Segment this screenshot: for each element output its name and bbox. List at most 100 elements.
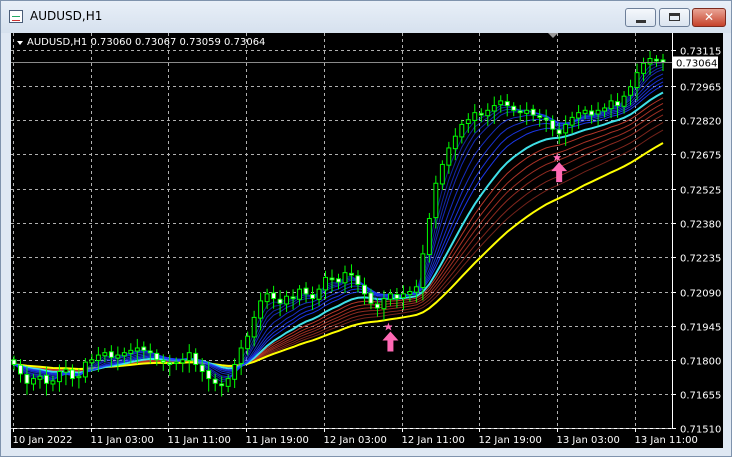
current-price-label: 0.73064 [676, 59, 717, 70]
bear-candle [615, 101, 621, 107]
bear-candle [504, 101, 510, 107]
bull-candle [173, 361, 179, 365]
price-tick-label: 0.72235 [680, 254, 721, 265]
time-tick-label: 12 Jan 19:00 [479, 435, 542, 446]
time-tick-label: 10 Jan 2022 [13, 435, 73, 446]
maximize-button[interactable] [659, 8, 690, 27]
bull-candle [342, 272, 348, 284]
bear-candle [394, 294, 400, 300]
bull-candle [180, 359, 186, 364]
bull-candle [251, 316, 257, 338]
bull-candle [323, 276, 328, 291]
bull-candle [121, 352, 127, 357]
bull-candle [225, 378, 231, 387]
buy-arrow-shape [382, 331, 399, 352]
bull-candle [297, 288, 303, 300]
time-tick-label: 12 Jan 11:00 [402, 435, 465, 446]
chart-window: AUDUSD,H1 ✕ 0.73115 0.72965 0.72820 0.72675… [0, 0, 732, 457]
bull-candle [433, 182, 439, 219]
bear-candle [355, 275, 361, 285]
price-chart[interactable]: 0.73115 0.72965 0.72820 0.72675 0.72525 0.723… [11, 33, 723, 448]
bear-candle [193, 352, 199, 365]
bear-candle [511, 105, 517, 111]
bull-candle [400, 293, 406, 299]
bull-candle [602, 107, 608, 112]
bear-candle [329, 277, 335, 281]
bull-candle [426, 218, 432, 256]
bear-candle [589, 110, 595, 116]
bear-candle [530, 108, 536, 116]
bear-candle [550, 119, 556, 130]
bear-candle [654, 58, 659, 62]
bull-candle [82, 361, 88, 378]
chart-window-icon[interactable] [9, 10, 23, 23]
chart-header: AUDUSD,H1 0.73060 0.73067 0.73059 0.7306… [27, 37, 265, 48]
bear-candle [537, 115, 543, 118]
bull-candle [491, 105, 497, 112]
bull-candle [621, 95, 627, 107]
bear-candle [349, 272, 354, 276]
bull-candle [569, 116, 575, 126]
bull-candle [50, 380, 56, 385]
bull-candle [582, 109, 588, 114]
yellow-ma-line [13, 142, 664, 371]
bull-candle [95, 354, 101, 361]
bull-candle [576, 112, 582, 119]
bull-candle [439, 163, 445, 185]
time-tick-label: 13 Jan 03:00 [557, 435, 620, 446]
time-tick-label: 13 Jan 11:00 [635, 435, 698, 446]
fast-ma-line [13, 64, 664, 381]
chart-canvas[interactable]: 0.73115 0.72965 0.72820 0.72675 0.72525 0.723… [11, 33, 723, 448]
bull-candle [498, 100, 504, 106]
bull-candle [102, 352, 108, 357]
bear-candle [69, 369, 75, 380]
bull-candle [446, 147, 452, 166]
bull-candle [563, 123, 569, 134]
bear-candle [368, 292, 374, 304]
bull-candle [56, 371, 62, 383]
bear-candle [290, 296, 296, 300]
bear-candle [277, 298, 283, 304]
bull-candle [628, 86, 633, 96]
bull-candle [31, 378, 36, 385]
fast-ma-line [13, 66, 664, 380]
bear-candle [18, 364, 23, 375]
bull-candle [63, 368, 69, 373]
bull-candle [258, 300, 264, 319]
close-button[interactable]: ✕ [692, 8, 726, 27]
price-tick-label: 0.71655 [680, 391, 721, 402]
bull-candle [381, 298, 387, 310]
bull-candle [89, 359, 95, 364]
minimize-button[interactable] [625, 8, 656, 27]
close-icon: ✕ [703, 10, 715, 24]
bull-candle [465, 119, 471, 124]
bull-candle [472, 112, 478, 121]
time-tick-label: 11 Jan 03:00 [91, 435, 154, 446]
bull-candle [264, 293, 270, 303]
title-bar[interactable]: AUDUSD,H1 ✕ [1, 1, 731, 33]
bear-candle [212, 378, 218, 384]
price-tick-label: 0.72090 [680, 289, 721, 300]
bull-candle [420, 253, 426, 289]
bear-candle [374, 303, 380, 309]
bull-candle [186, 352, 192, 361]
time-tick-label: 12 Jan 03:00 [324, 435, 387, 446]
bull-candle [647, 58, 653, 65]
chart-shift-marker [548, 33, 558, 38]
signal-star-icon [384, 322, 393, 331]
price-tick-label: 0.72675 [680, 151, 721, 162]
price-tick-label: 0.71800 [680, 357, 721, 368]
bull-candle [459, 123, 465, 138]
bear-candle [219, 383, 225, 387]
bear-candle [141, 346, 147, 351]
bear-candle [336, 278, 341, 283]
slow-ma-line [13, 122, 664, 371]
bull-candle [634, 72, 640, 88]
bull-candle [452, 135, 458, 150]
bull-candle [407, 291, 413, 296]
bull-candle [485, 109, 491, 117]
bull-candle [595, 109, 601, 115]
bear-candle [24, 374, 30, 384]
bear-candle [44, 374, 49, 384]
bear-candle [660, 59, 666, 63]
